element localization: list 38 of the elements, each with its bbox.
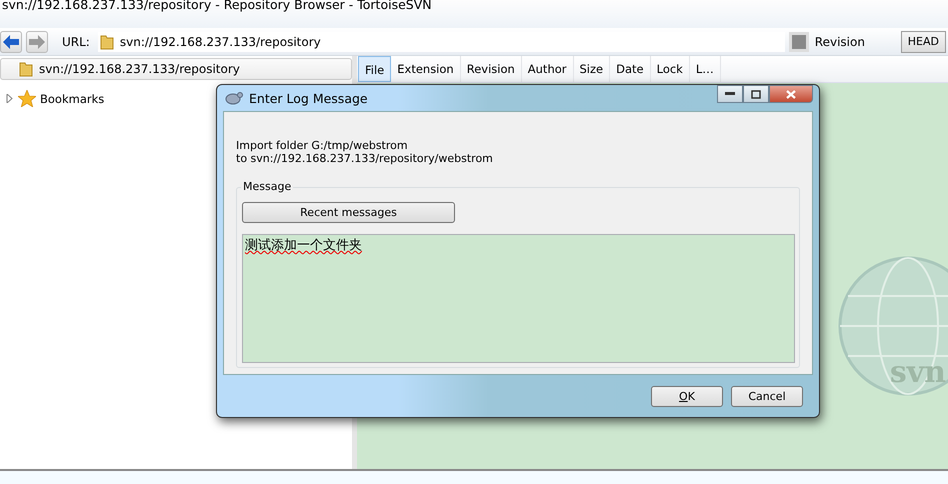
column-header[interactable]: Author: [522, 56, 574, 82]
tree-item[interactable]: Bookmarks: [40, 92, 104, 106]
info-text: Import folder G:/tmp/webstrom: [236, 139, 409, 152]
folder-icon: [100, 34, 114, 50]
close-button[interactable]: [769, 85, 813, 103]
ok-button[interactable]: OK: [651, 386, 723, 406]
column-header[interactable]: L…: [690, 56, 721, 82]
column-header[interactable]: Size: [574, 56, 610, 82]
column-header[interactable]: Extension: [391, 56, 461, 82]
logo-text: svn: [890, 355, 946, 390]
expander-icon[interactable]: [6, 94, 14, 103]
info-text: to svn://192.168.237.133/repository/webstrom: [236, 152, 494, 165]
dialog-title: Enter Log Message: [249, 90, 368, 106]
maximize-button[interactable]: [743, 85, 769, 103]
column-header[interactable]: Revision: [460, 56, 522, 82]
message-text: 测试添加一个文件夹: [245, 238, 362, 253]
maximize-icon: [751, 90, 761, 98]
head-button[interactable]: HEAD: [900, 30, 946, 52]
column-header[interactable]: File: [358, 56, 392, 82]
message-field[interactable]: 测试添加一个文件夹: [242, 234, 795, 363]
back-button[interactable]: [0, 30, 22, 52]
star-icon: [18, 90, 36, 107]
minimize-button[interactable]: [717, 85, 743, 103]
minimize-icon: [725, 92, 735, 96]
column-header[interactable]: Date: [610, 56, 651, 82]
column-header[interactable]: Lock: [650, 56, 690, 82]
url-label: URL:: [62, 34, 90, 48]
revision-icon: [788, 32, 809, 52]
forward-button[interactable]: [26, 30, 48, 52]
group-label: Message: [241, 180, 294, 193]
recent-messages-button[interactable]: Recent messages: [242, 202, 455, 223]
path-field[interactable]: svn://192.168.237.133/repository: [0, 58, 352, 80]
close-icon: [786, 90, 796, 98]
revision-label: Revision: [814, 34, 866, 48]
cancel-button[interactable]: Cancel: [731, 386, 803, 406]
folder-icon: [19, 61, 33, 77]
url-field[interactable]: svn://192.168.237.133/repository: [98, 32, 785, 52]
turtle-icon: [225, 91, 243, 105]
